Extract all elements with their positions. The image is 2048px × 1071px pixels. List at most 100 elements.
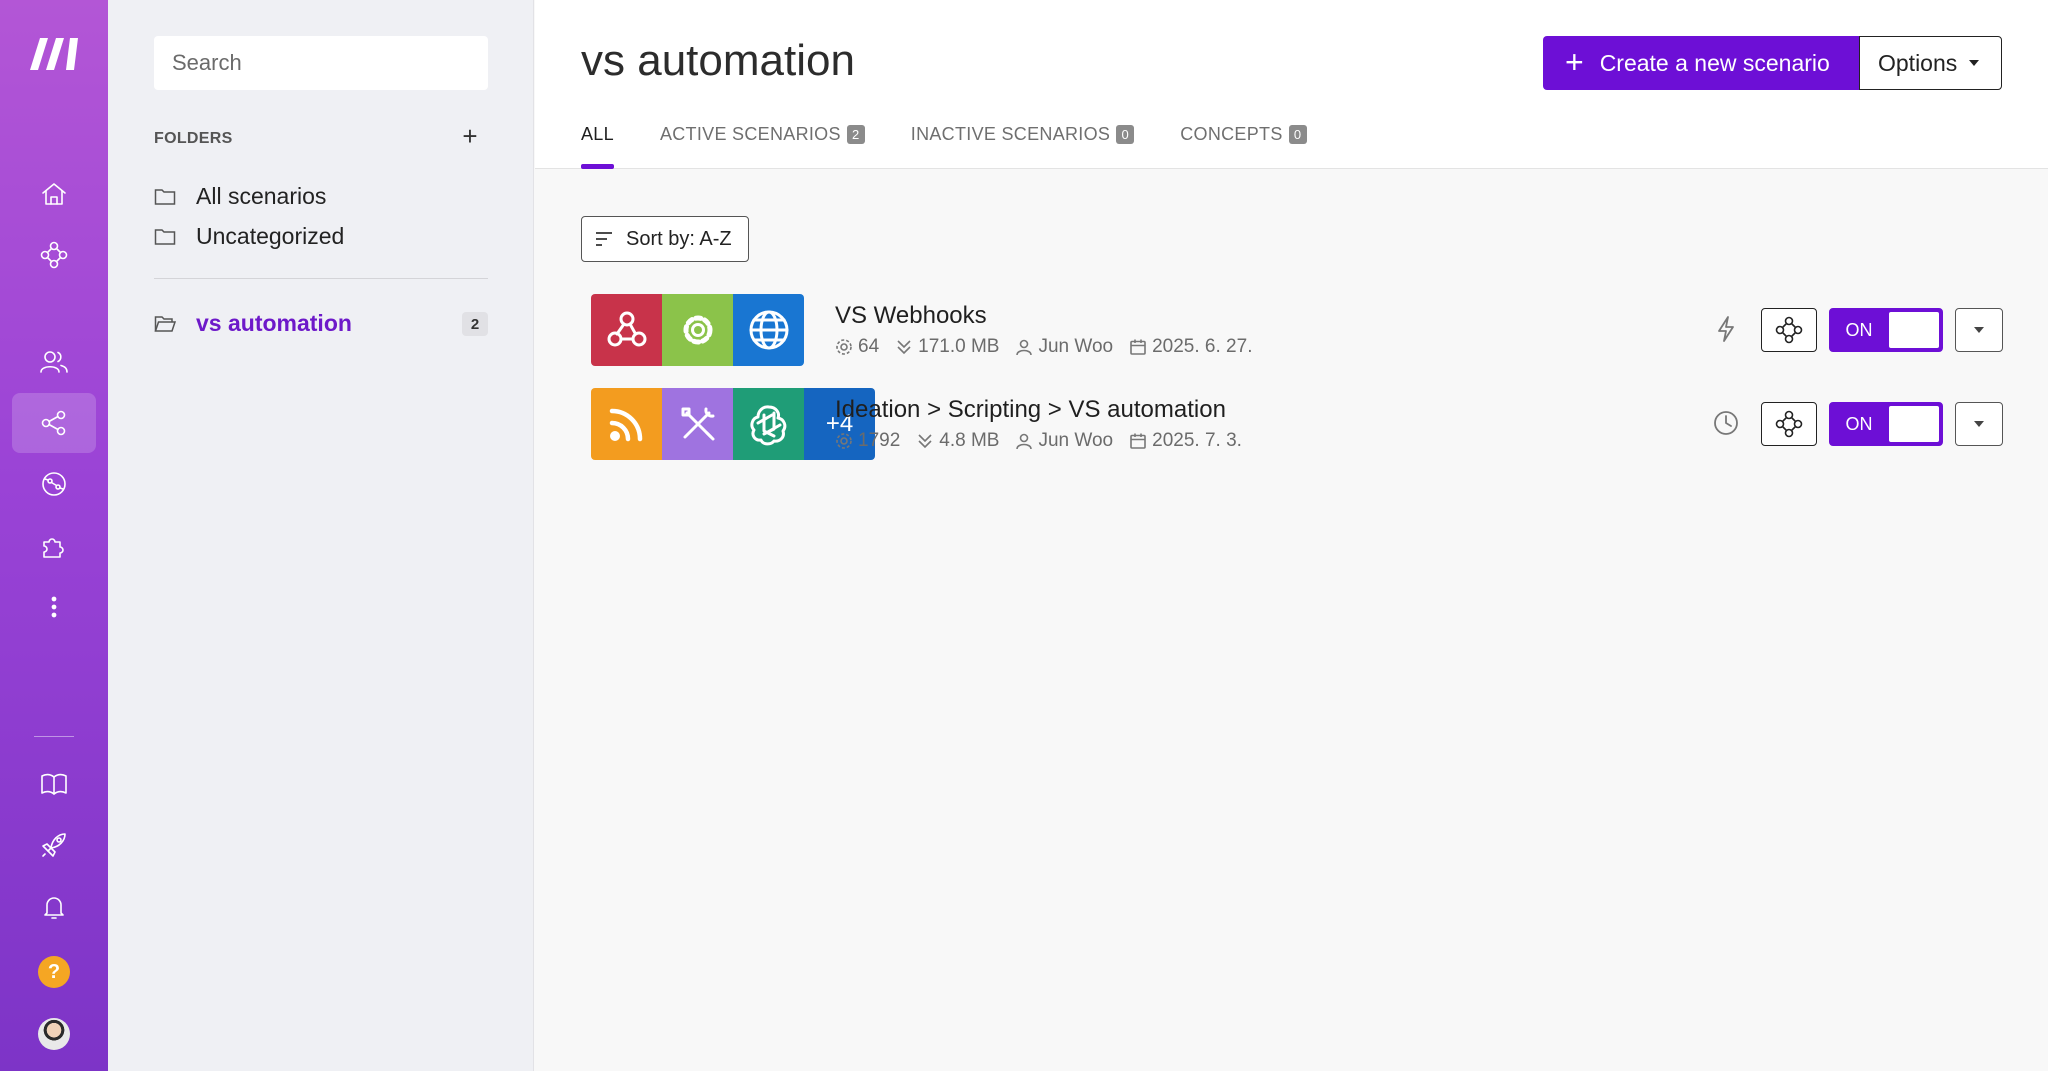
scenario-toggle[interactable]: ON [1829,402,1943,446]
clock-icon [1711,408,1741,438]
globe-icon [733,294,804,366]
folder-all-scenarios[interactable]: All scenarios [154,180,326,212]
owner-name: Jun Woo [1038,336,1114,357]
owner-name: Jun Woo [1038,430,1114,451]
folder-icon [154,229,176,245]
calendar-icon [1130,339,1146,355]
more-icon[interactable] [12,577,96,637]
notifications-icon[interactable] [12,877,96,937]
operations-icon [836,433,852,449]
folder-label: Uncategorized [196,222,345,249]
sort-icon [596,232,612,246]
caret-down-icon [1974,421,1984,427]
webhook-icon [591,294,662,366]
scenarios-icon[interactable] [12,393,96,453]
tab-count-badge: 2 [846,125,865,144]
tab-count-badge: 0 [1288,125,1307,144]
scenario-date: 2025. 6. 27. [1152,336,1253,357]
flow-control-button[interactable] [1761,402,1817,446]
flow-control-icon [1775,410,1803,438]
folders-heading: FOLDERS [154,130,233,147]
tab-active-scenarios[interactable]: ACTIVE SCENARIOS 2 [660,124,865,169]
data-transfer-icon [918,434,932,449]
folder-label: vs automation [196,309,352,336]
whats-new-icon[interactable] [12,815,96,875]
user-icon [1016,433,1033,450]
toggle-label: ON [1845,319,1873,340]
folder-uncategorized[interactable]: Uncategorized [154,220,344,252]
scenario-row[interactable]: +4 Ideation > Scripting > VS automation … [581,388,2011,460]
tab-label: ALL [581,124,614,144]
tools-icon [662,388,733,460]
apps-icon[interactable] [12,516,96,576]
toggle-knob [1889,406,1939,442]
user-icon [1016,339,1033,356]
main-navigation-rail: ? [0,0,108,1071]
main-content: vs automation + Create a new scenario Op… [535,0,2048,1071]
create-scenario-button[interactable]: + Create a new scenario [1543,36,1859,90]
search-input[interactable]: Search [154,36,488,90]
create-scenario-label: Create a new scenario [1599,49,1830,76]
rail-divider [34,736,74,737]
folders-panel: Search FOLDERS + All scenarios Uncategor… [108,0,534,1071]
caret-down-icon [1974,327,1984,333]
options-label: Options [1878,49,1958,76]
scenario-row[interactable]: VS Webhooks 64 171.0 MB Jun Woo 2025. 6.… [581,294,2011,366]
data-size: 171.0 MB [918,336,1000,357]
add-folder-button[interactable]: + [458,123,482,149]
scenario-tabs: ALL ACTIVE SCENARIOS 2 INACTIVE SCENARIO… [581,124,1353,169]
tab-label: INACTIVE SCENARIOS [910,124,1111,144]
plus-icon: + [1565,43,1584,80]
folder-label: All scenarios [196,182,327,209]
operations-count: 1792 [858,430,901,451]
make-logo[interactable] [26,34,82,74]
help-icon[interactable]: ? [38,956,70,988]
toggle-label: ON [1845,413,1873,434]
tab-inactive-scenarios[interactable]: INACTIVE SCENARIOS 0 [910,124,1135,169]
rss-icon [591,388,662,460]
page-title: vs automation [581,36,855,85]
folder-open-icon [154,316,176,332]
scenario-meta: 64 171.0 MB Jun Woo 2025. 6. 27. [835,336,1268,358]
scenario-name[interactable]: VS Webhooks [835,302,987,330]
home-icon[interactable] [12,164,96,224]
scenario-menu-button[interactable] [1955,402,2003,446]
gear-icon [662,294,733,366]
page-header: vs automation + Create a new scenario Op… [535,0,2048,169]
operations-icon [836,339,852,355]
operations-count: 64 [858,336,880,357]
scenario-meta: 1792 4.8 MB Jun Woo 2025. 7. 3. [835,430,1258,452]
scenario-name[interactable]: Ideation > Scripting > VS automation [835,396,1226,424]
folder-icon [154,189,176,205]
toggle-knob [1889,312,1939,348]
tab-label: CONCEPTS [1180,124,1283,144]
folder-count-badge: 2 [462,312,488,336]
data-transfer-icon [897,340,911,355]
scenario-menu-button[interactable] [1955,308,2003,352]
openai-icon [733,388,804,460]
team-icon[interactable] [12,332,96,392]
avatar[interactable] [38,1018,70,1050]
scenario-app-icons: +4 [591,388,875,460]
tab-count-badge: 0 [1116,125,1135,144]
folders-divider [154,278,488,279]
data-size: 4.8 MB [939,430,1000,451]
scenario-toggle[interactable]: ON [1829,308,1943,352]
sort-button[interactable]: Sort by: A-Z [581,216,749,262]
folder-current[interactable]: vs automation [154,307,352,339]
tab-concepts[interactable]: CONCEPTS 0 [1180,124,1307,169]
options-button[interactable]: Options [1859,36,2002,90]
caret-down-icon [1969,60,1980,66]
templates-icon[interactable] [12,225,96,285]
tab-all[interactable]: ALL [581,124,614,169]
connections-icon[interactable] [12,454,96,514]
sort-label: Sort by: A-Z [626,227,732,250]
tab-label: ACTIVE SCENARIOS [659,124,841,144]
calendar-icon [1130,433,1146,449]
flow-control-button[interactable] [1761,308,1817,352]
scenario-date: 2025. 7. 3. [1152,430,1242,451]
docs-icon[interactable] [12,754,96,814]
scenario-app-icons [591,294,804,366]
instant-trigger-icon [1711,314,1741,344]
flow-control-icon [1775,316,1803,344]
